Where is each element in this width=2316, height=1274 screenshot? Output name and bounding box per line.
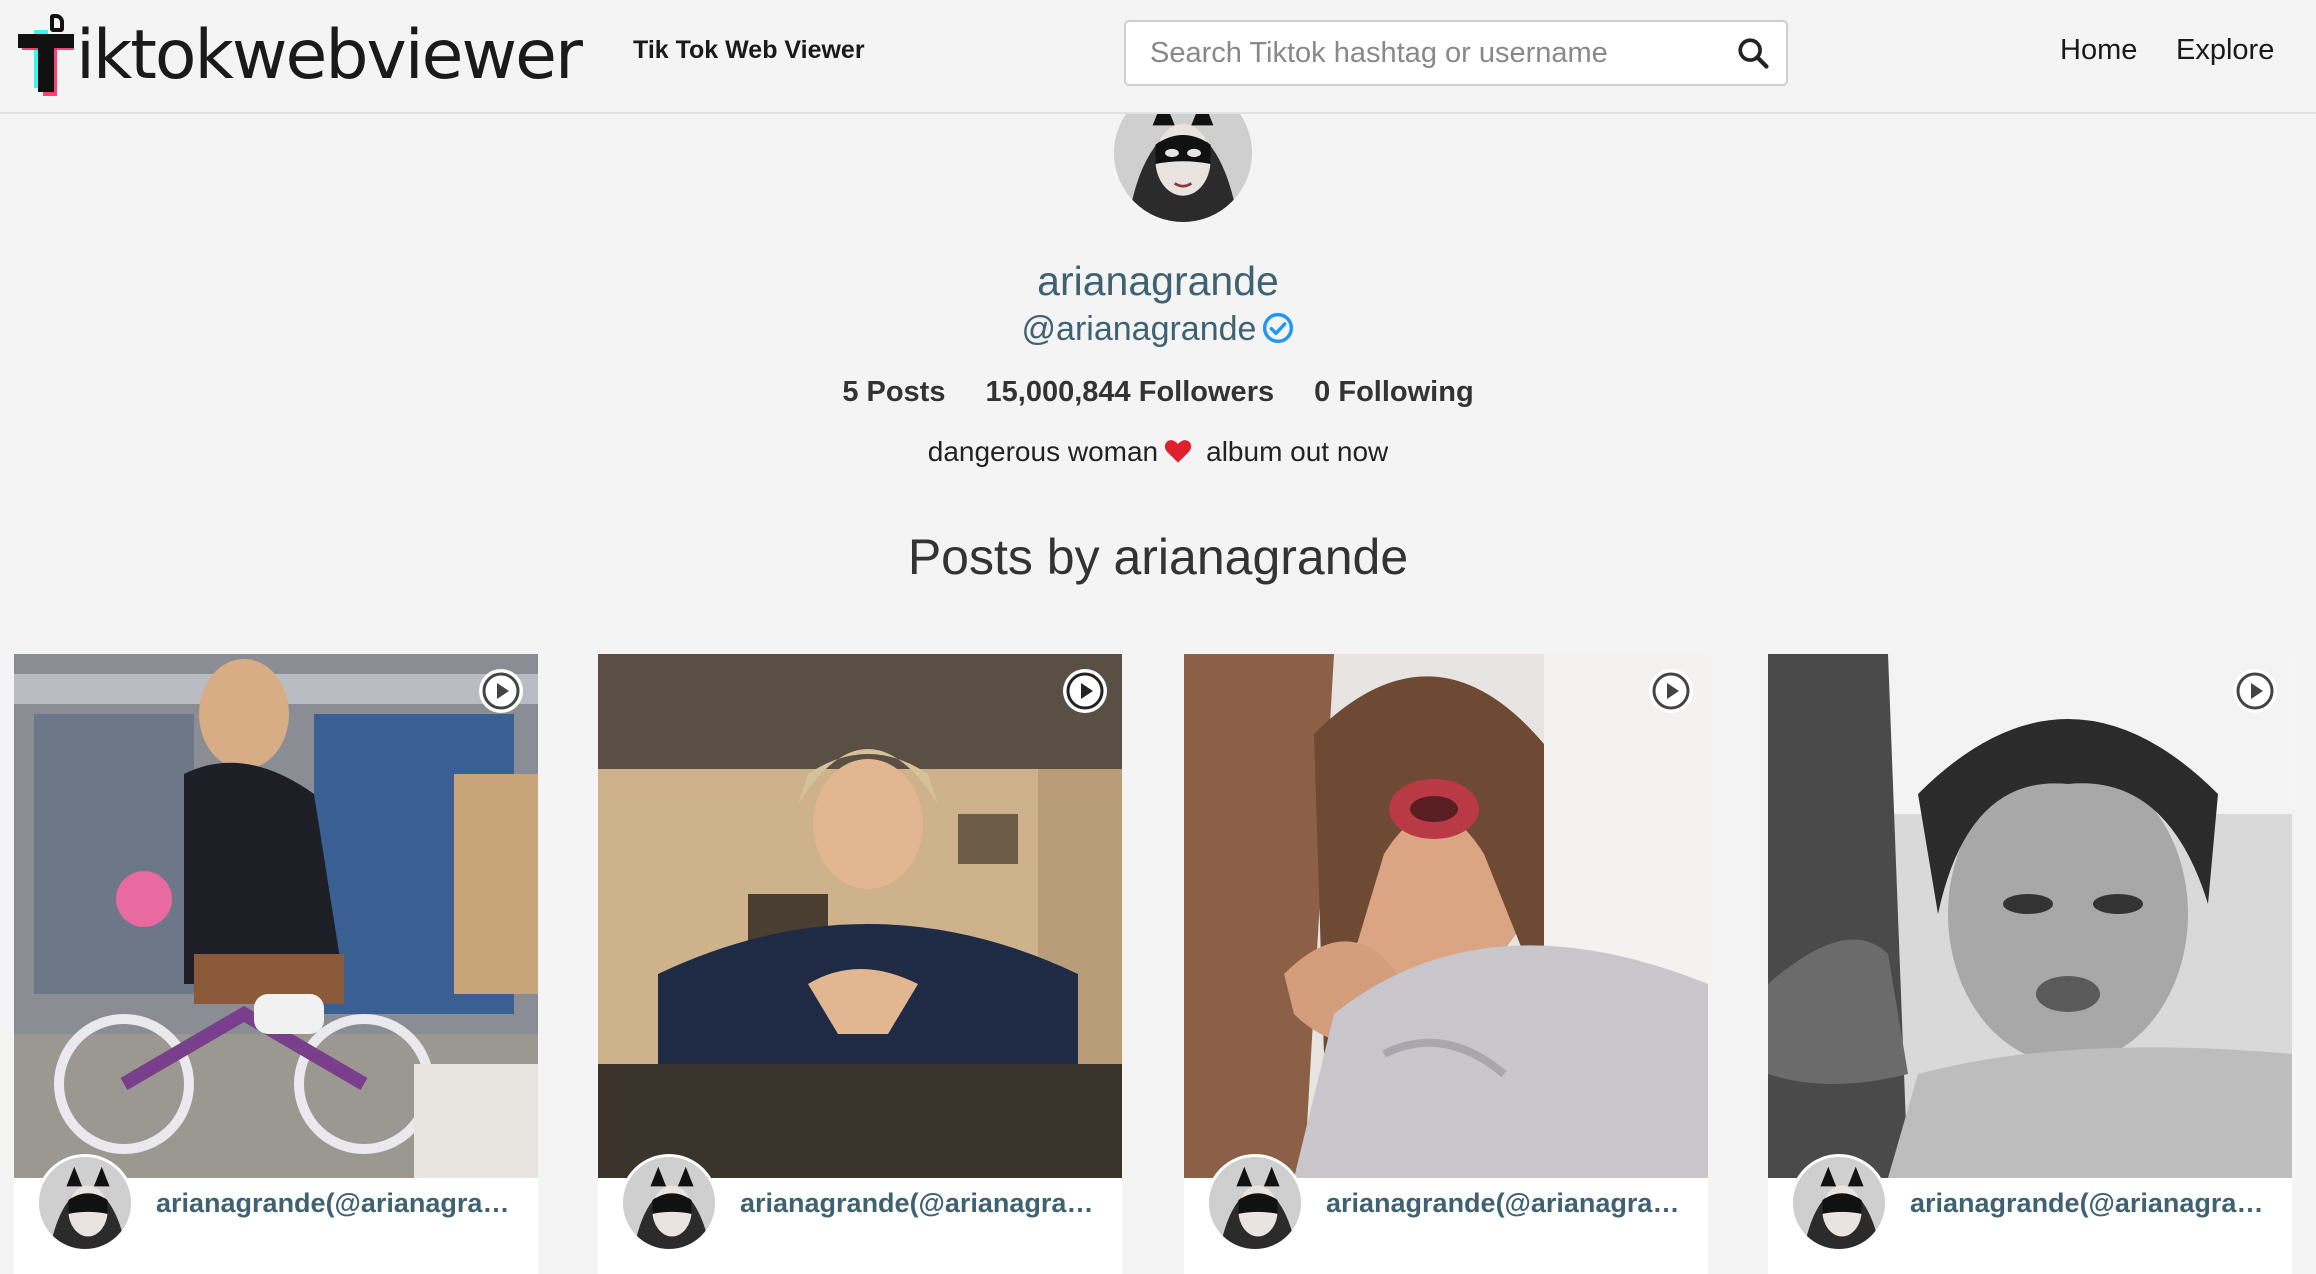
card-avatar [1790,1154,1888,1252]
top-header: iktokwebviewer Tik Tok Web Viewer Home E… [0,0,2316,114]
posts-section-title: Posts by arianagrande [907,529,1409,585]
post-thumbnail [14,654,538,1178]
search-icon[interactable] [1736,36,1770,70]
followers-count: 15,000,844 Followers [985,376,1275,408]
profile-stats: 5 Posts 15,000,844 Followers 0 Following [0,376,2316,409]
site-logo[interactable]: iktokwebviewer [14,14,583,98]
nav-home-link[interactable]: Home [2060,34,2137,67]
post-card[interactable]: arianagrande(@arianagrande) [598,654,1122,1274]
heart-icon [1165,440,1192,463]
site-tagline: Tik Tok Web Viewer [633,36,865,64]
post-thumbnail [598,654,1122,1178]
logo-t-icon [14,14,74,98]
post-card[interactable]: arianagrande(@arianagrande) [1184,654,1708,1274]
logo-text: iktokwebviewer [76,16,583,95]
profile-handle: @arianagrande [1021,310,1257,348]
card-avatar [36,1154,134,1252]
card-author-label[interactable]: arianagrande(@arianagrande) [1910,1188,2278,1219]
card-avatar [620,1154,718,1252]
card-avatar [1206,1154,1304,1252]
posts-count: 5 Posts [842,376,946,408]
play-icon[interactable] [476,666,526,716]
play-icon[interactable] [2230,666,2280,716]
play-icon[interactable] [1646,666,1696,716]
post-card[interactable]: arianagrande(@arianagrande) [1768,654,2292,1274]
bio-text-start: dangerous woman [927,436,1159,467]
post-thumbnail [1184,654,1708,1178]
search-bar [1124,20,1788,86]
profile-handle-row: @arianagrande [0,310,2316,349]
post-card[interactable]: arianagrande(@arianagrande) [14,654,538,1274]
nav-explore-link[interactable]: Explore [2176,34,2274,67]
profile-bio: dangerous woman album out now [0,436,2316,468]
following-count: 0 Following [1314,376,1474,408]
verified-badge-icon [1263,312,1294,344]
profile-display-name: arianagrande [1037,258,1279,304]
card-author-label[interactable]: arianagrande(@arianagrande) [1326,1188,1694,1219]
card-author-label[interactable]: arianagrande(@arianagrande) [156,1188,524,1219]
card-author-label[interactable]: arianagrande(@arianagrande) [740,1188,1108,1219]
play-icon[interactable] [1060,666,1110,716]
post-thumbnail [1768,654,2292,1178]
search-input[interactable] [1126,36,1706,70]
bio-text-end: album out now [1206,436,1389,467]
